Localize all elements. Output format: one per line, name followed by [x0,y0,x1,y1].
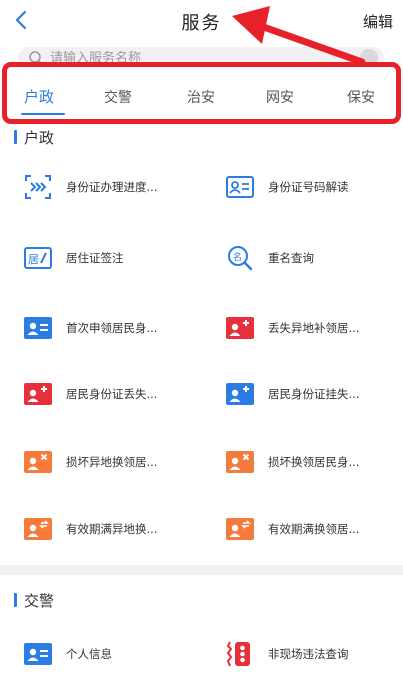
service-label: 丢失异地补领居... [268,321,360,335]
id-card-red-plus-icon [226,317,254,339]
service-label: 居民身份证丢失... [66,387,158,401]
service-label: 居住证签注 [66,251,124,265]
svg-text:名: 名 [233,251,242,263]
violation-query-icon [226,641,250,667]
service-label: 身份证办理进度... [66,180,158,194]
id-card-red-plus-icon [24,383,52,405]
id-card-outline-icon [226,176,254,198]
tab-jiaojing[interactable]: 交警 [104,87,132,107]
service-label: 有效期满异地换... [66,522,158,536]
residence-permit-icon: 居 [24,247,52,269]
service-item[interactable]: 损坏换领居民身... [226,445,401,479]
service-label: 身份证号码解读 [268,180,349,194]
service-item[interactable]: 居民身份证丢失... [24,377,199,411]
service-label: 首次申领居民身... [66,321,158,335]
page-title: 服务 [181,13,222,34]
active-tab-indicator [21,113,65,115]
service-item[interactable]: 居 居住证签注 [24,241,199,275]
header-bar: 服务 编辑 [0,0,403,42]
service-item[interactable]: 身份证号码解读 [226,170,401,204]
section-divider [0,565,403,575]
service-label: 损坏异地换领居... [66,455,158,469]
service-label: 重名查询 [268,251,314,265]
service-item[interactable]: 非现场违法查询 [226,637,401,671]
id-card-orange-x-icon [226,451,254,473]
section-marker [14,593,17,607]
service-label: 个人信息 [66,647,112,661]
service-item[interactable]: 名 重名查询 [226,241,401,275]
service-item[interactable]: 身份证办理进度... [24,170,199,204]
section-marker [14,130,17,144]
tab-huzheng[interactable]: 户政 [24,86,54,107]
section-title: 交警 [24,592,55,610]
service-label: 损坏换领居民身... [268,455,360,469]
section-title: 户政 [24,129,55,147]
service-label: 居民身份证挂失... [268,387,360,401]
service-label: 有效期满换领居... [268,522,360,536]
tab-wangan[interactable]: 网安 [266,87,294,107]
service-item[interactable]: 首次申领居民身... [24,311,199,345]
service-item[interactable]: 有效期满换领居... [226,512,401,546]
tab-baoan[interactable]: 保安 [347,87,375,107]
service-item[interactable]: 损坏异地换领居... [24,445,199,479]
service-item[interactable]: 个人信息 [24,637,199,671]
id-card-orange-swap-icon [226,518,254,540]
service-label: 非现场违法查询 [268,647,349,661]
id-card-blue-icon [24,643,52,665]
id-card-orange-x-icon [24,451,52,473]
scan-progress-icon [25,175,51,199]
id-card-orange-swap-icon [24,518,52,540]
category-tabs: 户政 交警 治安 网安 保安 [2,62,401,124]
service-item[interactable]: 居民身份证挂失... [226,377,401,411]
name-search-icon: 名 [228,246,253,271]
service-item[interactable]: 丢失异地补领居... [226,311,401,345]
id-card-blue-icon [24,317,52,339]
svg-text:居: 居 [28,253,39,266]
service-item[interactable]: 有效期满异地换... [24,512,199,546]
tab-zhian[interactable]: 治安 [187,87,215,107]
edit-button[interactable]: 编辑 [363,11,393,32]
id-card-blue-plus-icon [226,383,254,405]
